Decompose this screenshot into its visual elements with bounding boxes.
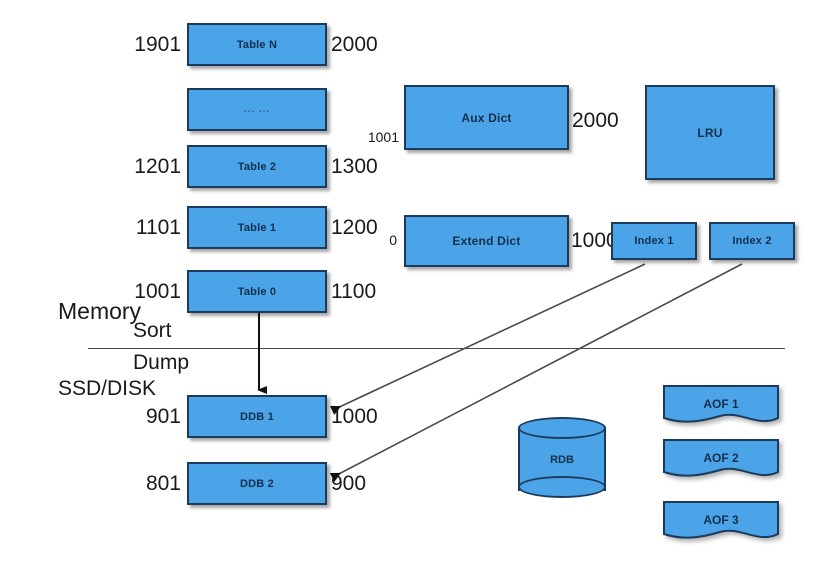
memory-table-ellipsis: ... ... [187, 88, 327, 131]
memory-table-2: Table 2 [187, 145, 327, 188]
memory-table-2-start: 1201 [134, 155, 181, 178]
aof-1-label: AOF 1 [703, 397, 739, 411]
extend-dict-box: Extend Dict [404, 215, 569, 267]
index-1-box: Index 1 [611, 222, 697, 260]
memory-table-1: Table 1 [187, 206, 327, 249]
memory-region-label: Memory [58, 298, 142, 324]
memory-table-0-end: 1100 [331, 280, 377, 303]
memory-table-1-start: 1101 [135, 216, 181, 239]
disk-ddb-1-label: DDB 1 [239, 410, 274, 423]
aof-3-doc: AOF 3 [662, 500, 780, 544]
memory-table-0: Table 0 [187, 270, 327, 313]
aof-2-label: AOF 2 [703, 451, 739, 465]
memory-table-n-end: 2000 [331, 33, 378, 56]
aux-dict-label: Aux Dict [461, 110, 512, 125]
aof-1-doc: AOF 1 [662, 384, 780, 428]
lru-box: LRU [645, 85, 775, 180]
memory-table-2-end: 1300 [331, 155, 378, 178]
rdb-label: RDB [550, 454, 574, 466]
index-2-box: Index 2 [709, 222, 795, 260]
rdb-cylinder-top [518, 417, 606, 439]
aux-dict-box: Aux Dict [404, 85, 569, 150]
memory-table-n-start: 1901 [134, 33, 181, 56]
memory-disk-divider [88, 348, 785, 349]
aux-dict-end: 2000 [572, 109, 619, 132]
aof-2-doc: AOF 2 [662, 438, 780, 482]
disk-ddb-1: DDB 1 [187, 395, 327, 438]
aux-dict-start: 1001 [367, 129, 399, 145]
aof-3-label: AOF 3 [703, 513, 739, 527]
disk-ddb-2-label: DDB 2 [239, 477, 274, 490]
memory-table-2-label: Table 2 [237, 160, 277, 173]
dump-label: Dump [133, 351, 190, 374]
extend-dict-start: 0 [389, 232, 397, 248]
memory-table-1-end: 1200 [331, 216, 378, 239]
memory-table-ellipsis-label: ... ... [243, 104, 271, 115]
disk-ddb-1-end: 1000 [331, 405, 378, 428]
index-2-label: Index 2 [732, 235, 772, 247]
memory-table-0-label: Table 0 [237, 285, 277, 298]
diagram-canvas: Table N 1901 2000 ... ... Table 2 1201 1… [0, 0, 833, 562]
disk-ddb-1-start: 901 [145, 405, 181, 428]
disk-region-label: SSD/DISK [58, 377, 157, 400]
memory-table-n: Table N [187, 23, 327, 66]
index-1-label: Index 1 [634, 235, 674, 247]
disk-ddb-2-start: 801 [145, 472, 181, 495]
index1-to-ddb1-arrow [329, 263, 646, 415]
rdb-cylinder-bottom [518, 476, 606, 498]
disk-ddb-2: DDB 2 [187, 462, 327, 505]
extend-dict-label: Extend Dict [452, 234, 521, 248]
rdb-cylinder: RDB [518, 417, 606, 502]
memory-table-n-label: Table N [236, 38, 278, 51]
lru-label: LRU [697, 125, 723, 140]
disk-ddb-2-end: 900 [331, 472, 367, 495]
sort-label: Sort [133, 319, 172, 342]
memory-table-1-label: Table 1 [237, 221, 277, 234]
